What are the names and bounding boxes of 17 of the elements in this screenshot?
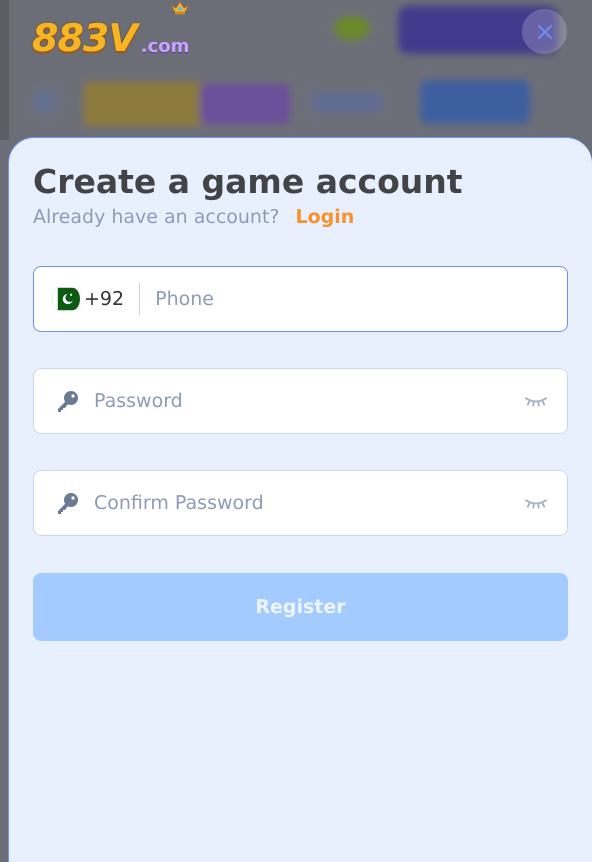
password-field[interactable]: Password (33, 368, 568, 434)
password-input[interactable]: Password (94, 390, 525, 412)
logo: 883V.com (32, 16, 190, 62)
subtitle-text: Already have an account? (33, 206, 280, 228)
password-field[interactable]: Confirm Password (33, 470, 568, 536)
close-icon (536, 24, 552, 40)
password-input[interactable]: Confirm Password (94, 492, 525, 514)
country-code[interactable]: +92 (84, 288, 124, 310)
close-button[interactable] (522, 9, 567, 54)
key-icon (56, 491, 80, 515)
phone-input[interactable]: Phone (155, 288, 547, 310)
key-icon (56, 389, 80, 413)
phone-field[interactable]: +92 Phone (33, 266, 568, 332)
eye-closed-icon[interactable] (525, 395, 547, 407)
flag-icon (52, 287, 80, 311)
sheet-title: Create a game account (33, 161, 464, 203)
eye-closed-icon[interactable] (525, 497, 547, 509)
